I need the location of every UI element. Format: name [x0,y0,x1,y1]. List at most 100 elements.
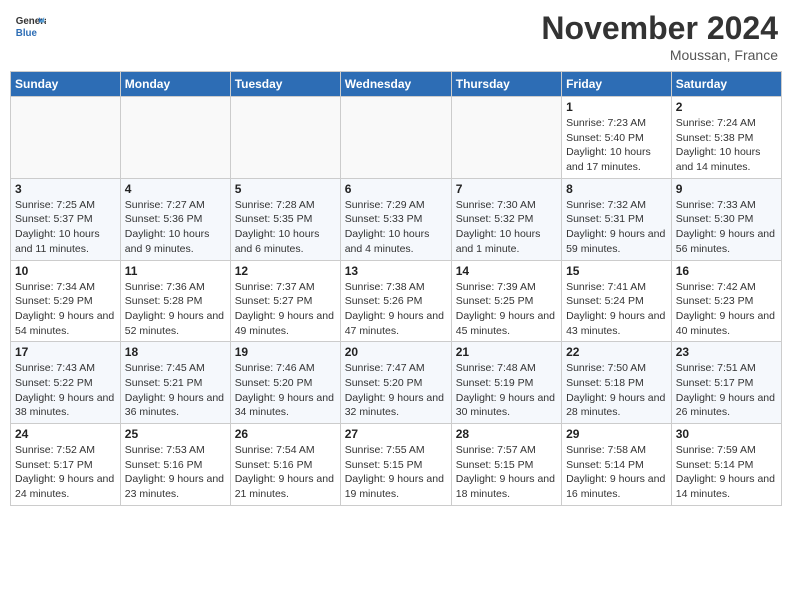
day-number: 1 [566,100,667,114]
calendar-cell: 30Sunrise: 7:59 AM Sunset: 5:14 PM Dayli… [671,424,781,506]
day-number: 28 [456,427,557,441]
calendar-cell: 6 Sunrise: 7:29 AM Sunset: 5:33 PM Daylig… [340,178,451,260]
calendar-cell: 19 Sunrise: 7:46 AM Sunset: 5:20 PM Dayli… [230,342,340,424]
calendar-week-row: 24 Sunrise: 7:52 AM Sunset: 5:17 PM Dayli… [11,424,782,506]
day-number: 29 [566,427,667,441]
weekday-header-saturday: Saturday [671,72,781,97]
day-info: Sunrise: 7:33 AM Sunset: 5:30 PM Dayligh… [676,198,777,257]
day-number: 9 [676,182,777,196]
day-info: Sunrise: 7:43 AM Sunset: 5:22 PM Dayligh… [15,361,116,420]
calendar-cell: 27 Sunrise: 7:55 AM Sunset: 5:15 PM Dayli… [340,424,451,506]
calendar-cell: 21 Sunrise: 7:48 AM Sunset: 5:19 PM Dayli… [451,342,561,424]
day-number: 30 [676,427,777,441]
day-number: 5 [235,182,336,196]
calendar-cell: 12Sunrise: 7:37 AM Sunset: 5:27 PM Dayli… [230,260,340,342]
svg-text:Blue: Blue [16,28,38,39]
day-info: Sunrise: 7:37 AM Sunset: 5:27 PM Dayligh… [235,280,336,339]
calendar-cell: 25Sunrise: 7:53 AM Sunset: 5:16 PM Dayli… [120,424,230,506]
day-info: Sunrise: 7:32 AM Sunset: 5:31 PM Dayligh… [566,198,667,257]
calendar-week-row: 10 Sunrise: 7:34 AM Sunset: 5:29 PM Dayli… [11,260,782,342]
calendar-cell: 18 Sunrise: 7:45 AM Sunset: 5:21 PM Dayli… [120,342,230,424]
day-info: Sunrise: 7:36 AM Sunset: 5:28 PM Dayligh… [125,280,226,339]
day-info: Sunrise: 7:57 AM Sunset: 5:15 PM Dayligh… [456,443,557,502]
calendar-cell: 29 Sunrise: 7:58 AM Sunset: 5:14 PM Dayli… [562,424,672,506]
day-number: 21 [456,345,557,359]
calendar-cell: 1 Sunrise: 7:23 AM Sunset: 5:40 PM Daylig… [562,97,672,179]
day-number: 7 [456,182,557,196]
calendar-cell: 13 Sunrise: 7:38 AM Sunset: 5:26 PM Dayli… [340,260,451,342]
day-number: 6 [345,182,447,196]
day-number: 4 [125,182,226,196]
day-info: Sunrise: 7:41 AM Sunset: 5:24 PM Dayligh… [566,280,667,339]
day-info: Sunrise: 7:34 AM Sunset: 5:29 PM Dayligh… [15,280,116,339]
day-info: Sunrise: 7:39 AM Sunset: 5:25 PM Dayligh… [456,280,557,339]
day-info: Sunrise: 7:23 AM Sunset: 5:40 PM Dayligh… [566,116,667,175]
day-number: 19 [235,345,336,359]
calendar-cell: 11 Sunrise: 7:36 AM Sunset: 5:28 PM Dayli… [120,260,230,342]
day-info: Sunrise: 7:27 AM Sunset: 5:36 PM Dayligh… [125,198,226,257]
calendar-cell: 15Sunrise: 7:41 AM Sunset: 5:24 PM Dayli… [562,260,672,342]
day-number: 18 [125,345,226,359]
calendar-cell: 24 Sunrise: 7:52 AM Sunset: 5:17 PM Dayli… [11,424,121,506]
day-number: 22 [566,345,667,359]
day-info: Sunrise: 7:38 AM Sunset: 5:26 PM Dayligh… [345,280,447,339]
weekday-header-friday: Friday [562,72,672,97]
calendar-table: SundayMondayTuesdayWednesdayThursdayFrid… [10,71,782,506]
logo-icon: General Blue [14,10,46,42]
month-title: November 2024 [541,10,778,47]
day-info: Sunrise: 7:42 AM Sunset: 5:23 PM Dayligh… [676,280,777,339]
day-number: 20 [345,345,447,359]
day-number: 2 [676,100,777,114]
calendar-cell [451,97,561,179]
day-info: Sunrise: 7:46 AM Sunset: 5:20 PM Dayligh… [235,361,336,420]
day-number: 16 [676,264,777,278]
day-number: 10 [15,264,116,278]
calendar-week-row: 3 Sunrise: 7:25 AM Sunset: 5:37 PM Daylig… [11,178,782,260]
calendar-cell: 3 Sunrise: 7:25 AM Sunset: 5:37 PM Daylig… [11,178,121,260]
calendar-week-row: 1 Sunrise: 7:23 AM Sunset: 5:40 PM Daylig… [11,97,782,179]
day-number: 25 [125,427,226,441]
calendar-cell: 28 Sunrise: 7:57 AM Sunset: 5:15 PM Dayli… [451,424,561,506]
calendar-cell: 20Sunrise: 7:47 AM Sunset: 5:20 PM Dayli… [340,342,451,424]
day-info: Sunrise: 7:29 AM Sunset: 5:33 PM Dayligh… [345,198,447,257]
day-info: Sunrise: 7:45 AM Sunset: 5:21 PM Dayligh… [125,361,226,420]
day-info: Sunrise: 7:25 AM Sunset: 5:37 PM Dayligh… [15,198,116,257]
calendar-cell [340,97,451,179]
calendar-cell: 2Sunrise: 7:24 AM Sunset: 5:38 PM Daylig… [671,97,781,179]
calendar-cell: 4 Sunrise: 7:27 AM Sunset: 5:36 PM Daylig… [120,178,230,260]
day-info: Sunrise: 7:50 AM Sunset: 5:18 PM Dayligh… [566,361,667,420]
calendar-cell [11,97,121,179]
day-info: Sunrise: 7:54 AM Sunset: 5:16 PM Dayligh… [235,443,336,502]
logo: General Blue [14,10,46,42]
day-number: 27 [345,427,447,441]
calendar-cell [230,97,340,179]
day-number: 24 [15,427,116,441]
calendar-cell: 16 Sunrise: 7:42 AM Sunset: 5:23 PM Dayli… [671,260,781,342]
calendar-cell: 7 Sunrise: 7:30 AM Sunset: 5:32 PM Daylig… [451,178,561,260]
day-info: Sunrise: 7:58 AM Sunset: 5:14 PM Dayligh… [566,443,667,502]
weekday-header-sunday: Sunday [11,72,121,97]
calendar-cell [120,97,230,179]
calendar-cell: 26Sunrise: 7:54 AM Sunset: 5:16 PM Dayli… [230,424,340,506]
weekday-header-wednesday: Wednesday [340,72,451,97]
title-section: November 2024 Moussan, France [541,10,778,63]
page-header: General Blue November 2024 Moussan, Fran… [10,10,782,63]
day-info: Sunrise: 7:30 AM Sunset: 5:32 PM Dayligh… [456,198,557,257]
calendar-cell: 5 Sunrise: 7:28 AM Sunset: 5:35 PM Daylig… [230,178,340,260]
day-number: 11 [125,264,226,278]
day-number: 17 [15,345,116,359]
day-info: Sunrise: 7:48 AM Sunset: 5:19 PM Dayligh… [456,361,557,420]
calendar-week-row: 17 Sunrise: 7:43 AM Sunset: 5:22 PM Dayli… [11,342,782,424]
calendar-cell: 17 Sunrise: 7:43 AM Sunset: 5:22 PM Dayli… [11,342,121,424]
location: Moussan, France [541,47,778,63]
calendar-cell: 8Sunrise: 7:32 AM Sunset: 5:31 PM Daylig… [562,178,672,260]
calendar-cell: 9 Sunrise: 7:33 AM Sunset: 5:30 PM Daylig… [671,178,781,260]
weekday-header-row: SundayMondayTuesdayWednesdayThursdayFrid… [11,72,782,97]
day-info: Sunrise: 7:28 AM Sunset: 5:35 PM Dayligh… [235,198,336,257]
day-number: 3 [15,182,116,196]
day-info: Sunrise: 7:52 AM Sunset: 5:17 PM Dayligh… [15,443,116,502]
day-number: 13 [345,264,447,278]
weekday-header-tuesday: Tuesday [230,72,340,97]
calendar-cell: 22 Sunrise: 7:50 AM Sunset: 5:18 PM Dayli… [562,342,672,424]
day-info: Sunrise: 7:55 AM Sunset: 5:15 PM Dayligh… [345,443,447,502]
